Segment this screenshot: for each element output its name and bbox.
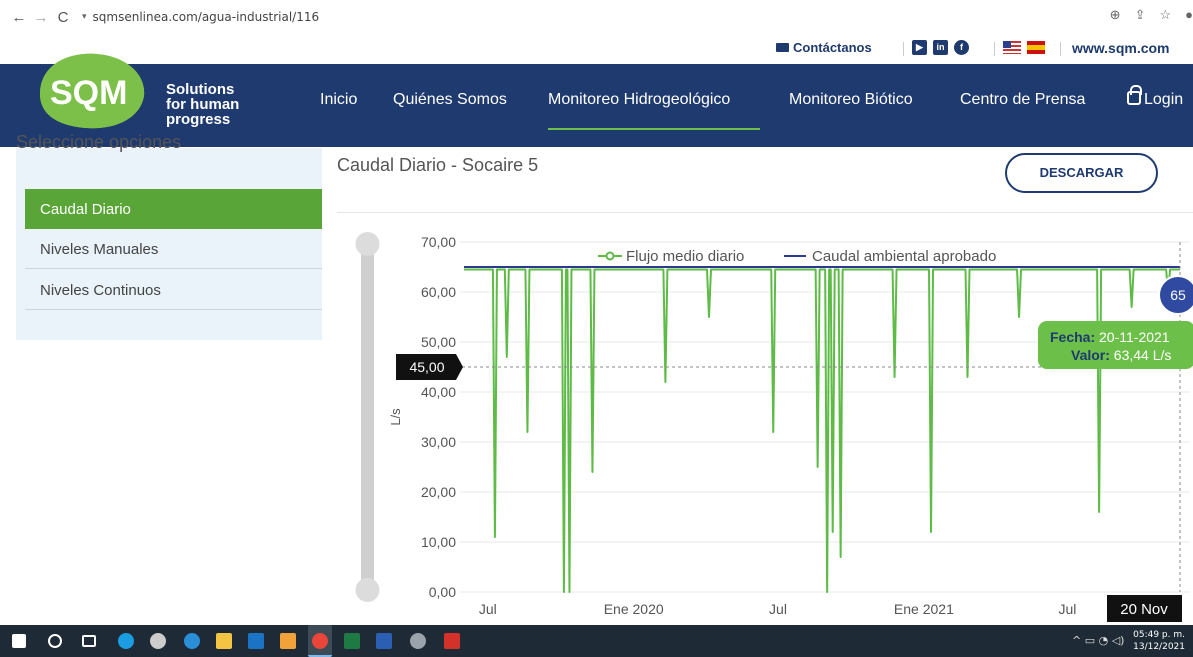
y-axis-label: L/s <box>388 408 403 426</box>
sticky-notes-icon[interactable] <box>280 633 296 649</box>
download-button[interactable]: DESCARGAR <box>1005 153 1158 193</box>
tagline-line-2: for human <box>166 96 240 113</box>
sqm-site-link[interactable]: www.sqm.com <box>1072 40 1170 56</box>
sidebar-item-niveles-continuos[interactable]: Niveles Continuos <box>25 270 322 310</box>
utility-bar: Contáctanos ▶ in f www.sqm.com <box>0 34 1193 64</box>
contact-label: Contáctanos <box>793 40 872 55</box>
crosshair-y-label: 45,00 <box>409 359 444 375</box>
excel-icon[interactable] <box>344 633 360 649</box>
value-marker-label: 65 <box>1170 287 1186 303</box>
browser-toolbar: ← → C ▾ sqmsenlinea.com/agua-industrial/… <box>0 0 1193 34</box>
range-slider-bottom-handle[interactable] <box>355 578 380 602</box>
sidebar-item-caudal-diario[interactable]: Caudal Diario <box>25 189 322 229</box>
x-tick-label: Jul <box>479 601 497 617</box>
youtube-icon[interactable]: ▶ <box>912 40 927 55</box>
divider <box>994 42 995 56</box>
sidebar-heading: Seleccione opciones <box>16 132 182 152</box>
envelope-icon <box>776 43 789 52</box>
app-icon[interactable] <box>150 633 166 649</box>
paint-icon[interactable] <box>410 633 426 649</box>
system-tray[interactable]: ^ ▭ ◔ ◁) <box>1072 634 1124 647</box>
sqm-logo-overlay: SQM <box>40 53 145 129</box>
legend-label-flujo: Flujo medio diario <box>626 248 744 265</box>
y-tick-label: 70,00 <box>421 234 456 250</box>
y-tick-label: 30,00 <box>421 434 456 450</box>
lock-icon <box>1127 85 1142 105</box>
edge-icon[interactable] <box>118 633 134 649</box>
windows-start-icon[interactable] <box>12 634 26 648</box>
sidebar-item-niveles-manuales[interactable]: Niveles Manuales <box>25 229 322 269</box>
tagline-line-1: Solutions <box>166 81 235 98</box>
logo-tagline: Solutions for human progress <box>166 82 239 127</box>
x-tick-label: Ene 2021 <box>894 601 954 617</box>
linkedin-icon[interactable]: in <box>933 40 948 55</box>
legend-label-caudal: Caudal ambiental aprobado <box>812 248 996 265</box>
legend-marker-flujo <box>605 251 615 261</box>
nav-quienes-somos[interactable]: Quiénes Somos <box>393 91 507 109</box>
crosshair-x-label: 20 Nov <box>1120 601 1168 618</box>
range-slider-top-handle[interactable] <box>355 232 380 256</box>
spanish-flag-icon[interactable] <box>1027 41 1045 54</box>
task-view-icon[interactable] <box>82 635 96 647</box>
windows-taskbar: ^ ▭ ◔ ◁) 05:49 p. m. 13/12/2021 <box>0 625 1193 657</box>
chart-title: Caudal Diario - Socaire 5 <box>337 155 539 175</box>
y-tick-label: 50,00 <box>421 334 456 350</box>
nav-monitoreo-hidrogeologico[interactable]: Monitoreo Hidrogeológico <box>548 91 730 109</box>
internet-explorer-icon[interactable] <box>184 633 200 649</box>
y-tick-label: 10,00 <box>421 534 456 550</box>
zoom-icon[interactable]: ⊕ <box>1110 7 1121 23</box>
file-explorer-icon[interactable] <box>216 633 232 649</box>
english-flag-icon[interactable] <box>1003 41 1021 54</box>
forward-arrow-icon[interactable]: → <box>30 9 52 26</box>
word-icon[interactable] <box>376 633 392 649</box>
outlook-icon[interactable] <box>248 633 264 649</box>
tooltip-fecha: Fecha: 20-11-2021 <box>1050 329 1170 345</box>
tagline-line-3: progress <box>166 111 231 128</box>
reload-icon[interactable]: C <box>52 9 74 26</box>
nav-inicio[interactable]: Inicio <box>320 91 357 109</box>
nav-centro-de-prensa[interactable]: Centro de Prensa <box>960 91 1085 109</box>
nav-monitoreo-biotico[interactable]: Monitoreo Biótico <box>789 91 913 109</box>
url-text: sqmsenlinea.com/agua-industrial/116 <box>92 10 320 24</box>
login-label: Login <box>1144 91 1184 108</box>
flow-chart[interactable]: 0,00 10,00 20,00 30,00 40,00 50,00 60,00 70,00 L… <box>330 218 1193 623</box>
divider <box>1060 42 1061 56</box>
share-icon[interactable]: ⇪ <box>1135 7 1146 23</box>
chrome-icon[interactable] <box>312 633 328 649</box>
x-tick-label: Jul <box>1058 601 1076 617</box>
nav-login[interactable]: Login <box>1127 85 1184 109</box>
facebook-icon[interactable]: f <box>954 40 969 55</box>
divider <box>903 42 904 56</box>
star-icon[interactable]: ☆ <box>1159 7 1171 23</box>
divider <box>337 212 1193 213</box>
y-tick-label: 20,00 <box>421 484 456 500</box>
range-slider-track[interactable] <box>361 242 374 592</box>
chevron-down-icon: ▾ <box>82 12 87 22</box>
tooltip-valor: Valor: 63,44 L/s <box>1071 347 1171 363</box>
logo-overlay-text: SQM <box>50 74 127 112</box>
y-tick-label: 60,00 <box>421 284 456 300</box>
address-bar[interactable]: ▾ sqmsenlinea.com/agua-industrial/116 <box>82 10 319 24</box>
back-arrow-icon[interactable]: ← <box>8 9 30 26</box>
search-icon[interactable] <box>48 634 62 648</box>
active-nav-indicator <box>548 128 760 130</box>
clock[interactable]: 05:49 p. m. 13/12/2021 <box>1133 629 1185 653</box>
x-tick-label: Jul <box>769 601 787 617</box>
y-tick-label: 40,00 <box>421 384 456 400</box>
flujo-medio-diario-line <box>464 268 1180 593</box>
clock-time: 05:49 p. m. <box>1133 630 1185 640</box>
acrobat-icon[interactable] <box>444 633 460 649</box>
clock-date: 13/12/2021 <box>1133 642 1185 652</box>
contact-link[interactable]: Contáctanos <box>776 40 872 55</box>
y-tick-label: 0,00 <box>429 584 456 600</box>
profile-icon[interactable]: ● <box>1185 7 1193 23</box>
x-tick-label: Ene 2020 <box>604 601 664 617</box>
